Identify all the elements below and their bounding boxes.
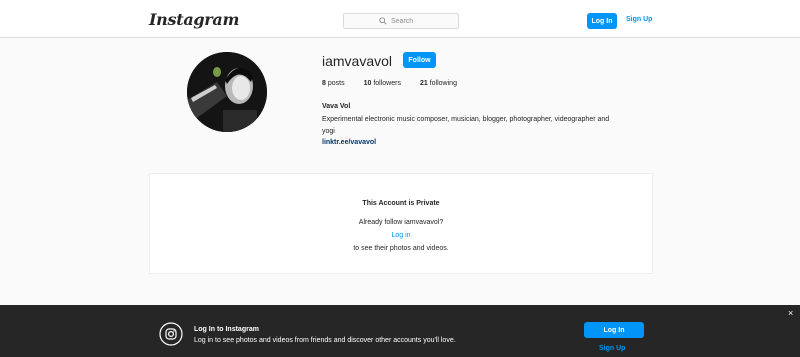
profile-stats: 8 posts 10 followers 21 following [322, 80, 476, 87]
posts-label: posts [327, 80, 345, 87]
private-login-link[interactable]: Log in [150, 232, 652, 239]
profile-username: iamvavavol [322, 53, 393, 69]
banner-description: Log in to see photos and videos from fri… [194, 337, 456, 344]
profile-full-name: Vava Vol [322, 103, 351, 110]
following-count: 21 [419, 80, 428, 87]
profile-avatar[interactable] [187, 52, 267, 132]
already-follow-question: Already follow iamvavavol? [358, 219, 444, 226]
posts-count: 8 [322, 80, 326, 87]
search-input[interactable] [391, 17, 423, 25]
following-stat[interactable]: 21 following [420, 80, 457, 87]
private-account-title: This Account is Private [362, 200, 440, 207]
close-icon[interactable]: × [788, 308, 793, 318]
banner-title: Log In to Instagram [194, 326, 259, 333]
signup-link[interactable]: Sign Up [626, 16, 652, 23]
posts-stat: 8 posts [322, 80, 345, 87]
following-label: following [429, 80, 457, 87]
banner-login-button[interactable]: Log In [584, 322, 644, 338]
followers-count: 10 [363, 80, 372, 87]
instagram-icon [159, 322, 183, 346]
search-icon [379, 17, 387, 25]
follow-button[interactable]: Follow [403, 52, 436, 68]
search-box[interactable] [343, 13, 459, 29]
followers-stat[interactable]: 10 followers [364, 80, 401, 87]
banner-signup-link[interactable]: Sign Up [599, 345, 625, 352]
profile-external-link[interactable]: linktr.ee/vavavol [322, 139, 376, 146]
private-see-text: to see their photos and videos. [353, 245, 449, 252]
profile-bio: Experimental electronic music composer, … [322, 116, 610, 135]
login-banner: Log In to Instagram Log in to see photos… [0, 305, 800, 357]
instagram-logo[interactable]: Instagram [149, 10, 239, 29]
top-navigation-bar: Instagram Log In Sign Up [0, 0, 800, 38]
followers-label: followers [373, 80, 401, 87]
login-button[interactable]: Log In [587, 13, 617, 29]
private-account-panel: This Account is Private Already follow i… [149, 173, 653, 274]
avatar-photo [187, 52, 267, 132]
